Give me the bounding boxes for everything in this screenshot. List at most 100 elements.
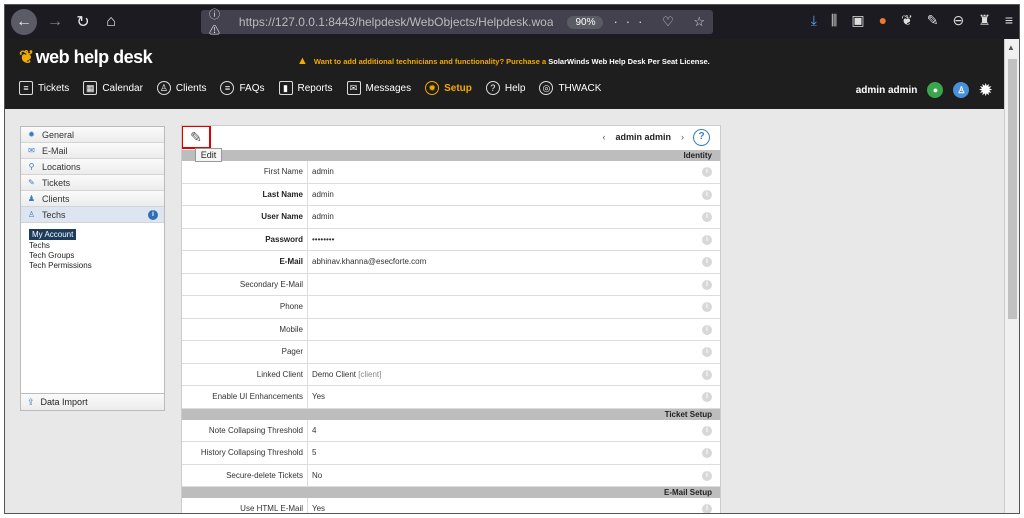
home-button[interactable]: ⌂ [99, 10, 123, 34]
sidebar-item-data-import[interactable]: ⇪ Data Import [21, 393, 164, 410]
field-row: First Name admin i [182, 161, 720, 184]
info-icon[interactable]: i [702, 212, 712, 222]
account-icon[interactable]: ⊖ [953, 12, 965, 29]
section-email-setup: E-Mail Setup [182, 487, 720, 498]
person-icon: ♙ [156, 81, 171, 95]
logo[interactable]: ❦ web help desk [19, 47, 153, 68]
list-icon: ≡ [19, 81, 33, 95]
extension-icon[interactable]: ● [879, 12, 887, 29]
nav-setup[interactable]: ✹ Setup [425, 81, 472, 95]
next-record-button[interactable]: › [681, 132, 684, 142]
field-value: admin [312, 167, 334, 176]
info-icon[interactable]: i [702, 504, 712, 513]
field-value: No [312, 470, 323, 480]
edit-button[interactable]: ✎ [182, 126, 211, 149]
info-icon[interactable]: i [702, 470, 712, 481]
info-icon[interactable]: i [702, 347, 712, 357]
info-icon[interactable]: i [702, 257, 712, 267]
field-row: Last Name admin i [182, 183, 720, 206]
field-value [308, 274, 720, 296]
field-row: E-Mail abhinav.khanna@esecforte.com i [182, 251, 720, 274]
field-label: Pager [182, 341, 308, 363]
nav-clients[interactable]: ♙ Clients [156, 81, 206, 95]
help-icon[interactable]: ? [693, 129, 710, 146]
extension-icon[interactable]: ✎ [927, 12, 939, 29]
zoom-level[interactable]: 90% [567, 15, 604, 29]
field-row: Use HTML E-Mail Yes i [182, 498, 720, 513]
sidebar-item-techs[interactable]: ♙ Techs i [21, 207, 164, 223]
sidebar-item-locations[interactable]: ⚲ Locations [21, 159, 164, 175]
browser-window: ← → ↻ ⌂ ⓘ ⚠ https://127.0.0.1:8443/helpd… [4, 4, 1020, 514]
nav-help[interactable]: ? Help [485, 81, 525, 95]
nav-tickets[interactable]: ≡ Tickets [19, 81, 69, 95]
subnav-my-account[interactable]: My Account [29, 229, 77, 240]
settings-gear-icon[interactable]: ✹ [979, 81, 992, 99]
back-button[interactable]: ← [11, 9, 37, 35]
info-icon[interactable]: i [702, 279, 712, 290]
reload-button[interactable]: ↻ [71, 10, 95, 34]
info-icon[interactable]: i [702, 324, 712, 335]
field-value: admin [312, 212, 334, 221]
sidebar-item-email[interactable]: ✉ E-Mail [21, 143, 164, 159]
nav-thwack[interactable]: ◎ THWACK [539, 81, 601, 95]
field-label: E-Mail [182, 251, 308, 273]
help-icon: ? [485, 81, 500, 95]
page-scrollbar[interactable]: ▲ [1004, 39, 1019, 513]
info-icon[interactable]: i [702, 425, 712, 436]
import-icon: ⇪ [27, 396, 35, 407]
field-value [308, 341, 720, 363]
subnav-tech-groups[interactable]: Tech Groups [29, 251, 164, 261]
sidebar-item-clients[interactable]: ♟ Clients [21, 191, 164, 207]
previous-record-button[interactable]: ‹ [602, 132, 605, 142]
techs-subnav: My Account Techs Tech Groups Tech Permis… [21, 223, 164, 271]
sidebar-item-tickets[interactable]: ✎ Tickets [21, 175, 164, 191]
info-icon[interactable]: i [702, 448, 712, 458]
extension-icon[interactable]: ♜ [978, 12, 991, 29]
scroll-thumb[interactable] [1008, 59, 1017, 319]
faq-icon: ≡ [220, 81, 235, 95]
main-nav: ≡ Tickets ▦ Calendar ♙ Clients ≡ FAQs ▮ Repor… [19, 81, 601, 95]
library-icon[interactable]: ⫼ [831, 12, 837, 29]
nav-reports[interactable]: ▮ Reports [278, 81, 333, 95]
page-actions-icon[interactable]: ··· ♡ ☆ [613, 14, 713, 30]
license-banner[interactable]: ▲ Want to add additional technicians and … [297, 55, 710, 67]
field-label: Use HTML E-Mail [182, 498, 308, 513]
field-value: 5 [312, 448, 317, 457]
info-icon[interactable]: i [702, 189, 712, 200]
user-name[interactable]: admin admin [856, 85, 918, 96]
field-label: First Name [182, 161, 308, 183]
field-label: Note Collapsing Threshold [182, 419, 308, 441]
info-icon[interactable]: i [702, 392, 712, 402]
url-bar[interactable]: ⓘ ⚠ https://127.0.0.1:8443/helpdesk/WebO… [201, 9, 713, 37]
nav-messages[interactable]: ✉ Messages [346, 81, 411, 95]
content-area: ✹ General ✉ E-Mail ⚲ Locations ✎ Tickets ♟ Cl… [5, 109, 1006, 513]
field-value [308, 296, 720, 318]
nav-faqs[interactable]: ≡ FAQs [220, 81, 265, 95]
field-value: Demo Client [client] [312, 369, 382, 379]
subnav-techs[interactable]: Techs [29, 241, 164, 251]
info-icon[interactable]: i [148, 210, 158, 220]
avatar-icon[interactable]: ♙ [953, 82, 970, 98]
sidebar-icon[interactable]: ▣ [851, 12, 864, 29]
lock-warning-icon[interactable]: ⓘ ⚠ [209, 6, 233, 38]
forward-button[interactable]: → [43, 10, 67, 34]
info-icon[interactable]: i [702, 234, 712, 245]
info-icon[interactable]: i [702, 302, 712, 312]
field-label: Linked Client [182, 363, 308, 385]
download-icon[interactable]: ⤓ [811, 12, 817, 29]
status-icon[interactable]: ● [927, 82, 944, 98]
info-icon[interactable]: i [702, 167, 712, 177]
account-panel: ✎ Edit ‹ admin admin › ? Identity First … [181, 125, 721, 513]
extension-icon[interactable]: ❦ [901, 12, 913, 29]
info-icon[interactable]: i [702, 369, 712, 380]
field-value: 4 [312, 425, 317, 435]
field-value: admin [312, 189, 334, 199]
scroll-up-icon[interactable]: ▲ [1007, 43, 1015, 52]
nav-calendar[interactable]: ▦ Calendar [83, 81, 143, 95]
url-text[interactable]: https://127.0.0.1:8443/helpdesk/WebObjec… [239, 15, 554, 29]
sidebar-item-general[interactable]: ✹ General [21, 127, 164, 143]
subnav-tech-permissions[interactable]: Tech Permissions [29, 261, 164, 271]
pencil-icon: ✎ [190, 128, 202, 145]
menu-icon[interactable]: ≡ [1005, 12, 1013, 29]
identity-rows: First Name admin i Last Name admin i User Name… [182, 161, 720, 364]
